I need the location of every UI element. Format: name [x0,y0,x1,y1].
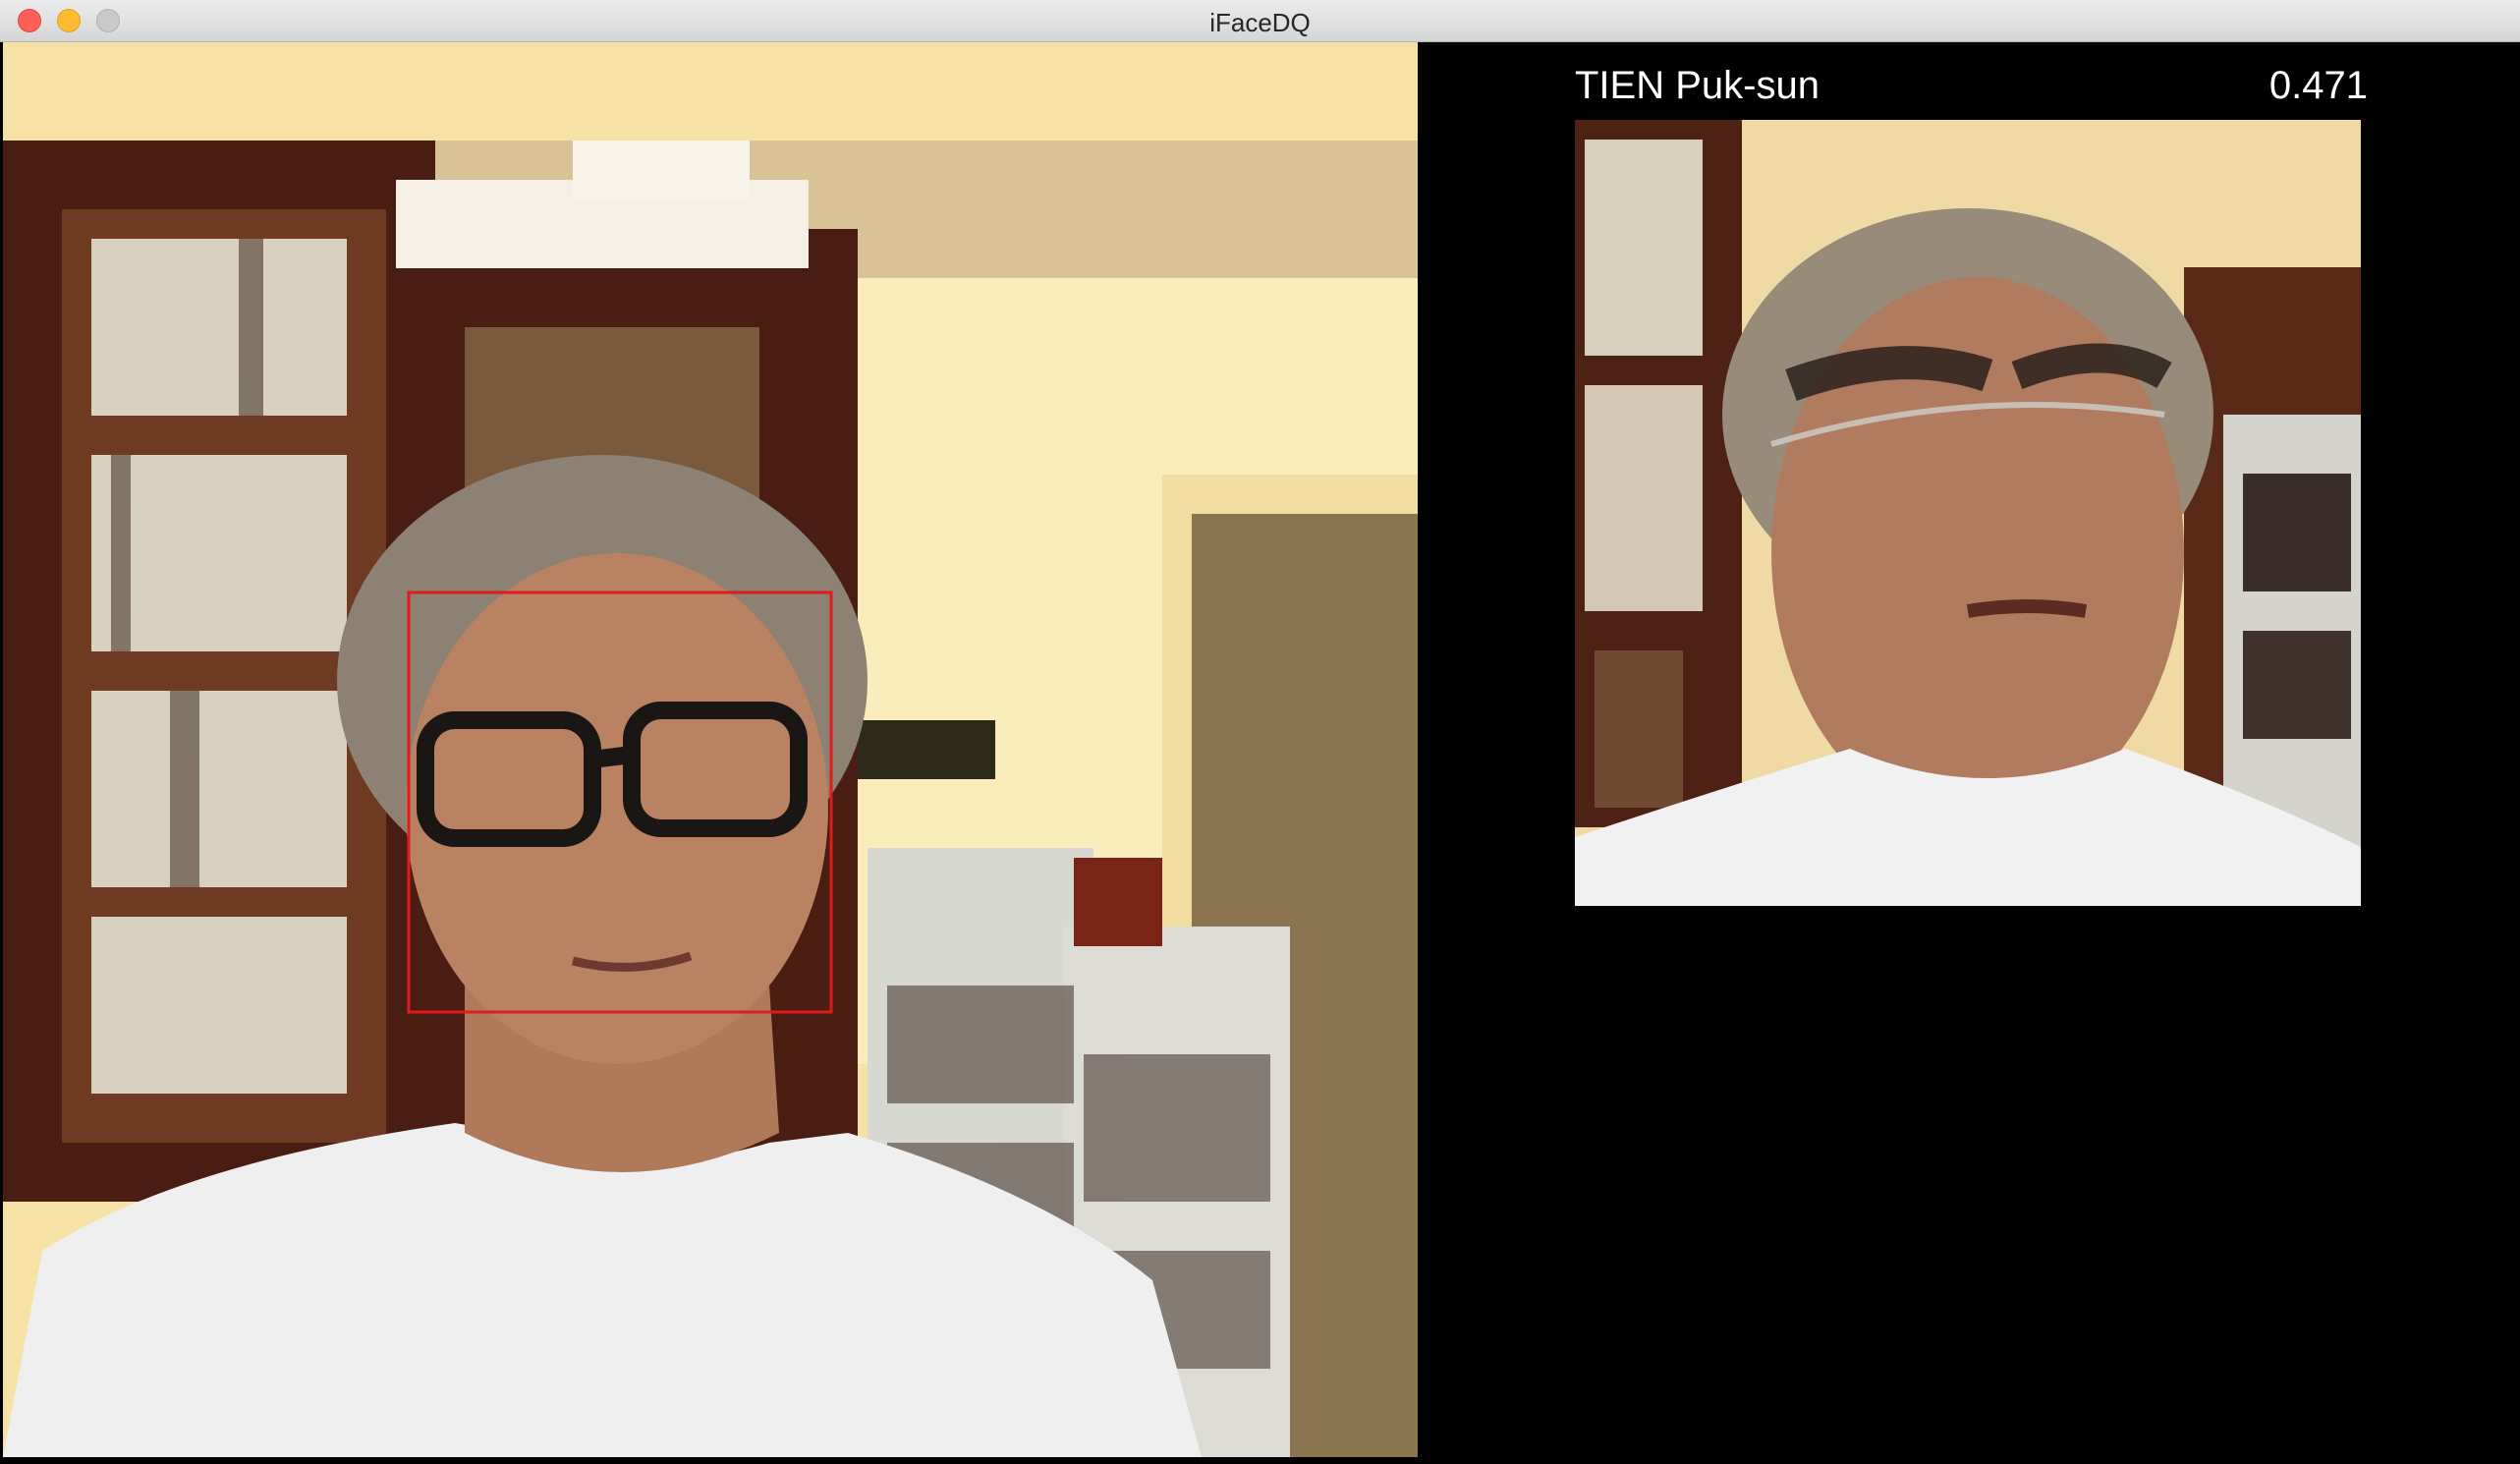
matched-person-name: TIEN Puk-sun [1575,64,1820,107]
recognition-result-panel: TIEN Puk-sun 0.471 [1418,42,2520,1464]
match-score: 0.471 [2268,64,2368,107]
matched-face-photo [1575,120,2361,906]
camera-feed [3,42,1418,1457]
app-window: iFaceDQ TIEN Puk-sun 0.471 [0,0,2520,1464]
title-bar[interactable]: iFaceDQ [0,0,2520,42]
window-title: iFaceDQ [1209,8,1311,37]
matched-face-image [1575,120,2361,906]
face-detection-box [407,591,833,1014]
